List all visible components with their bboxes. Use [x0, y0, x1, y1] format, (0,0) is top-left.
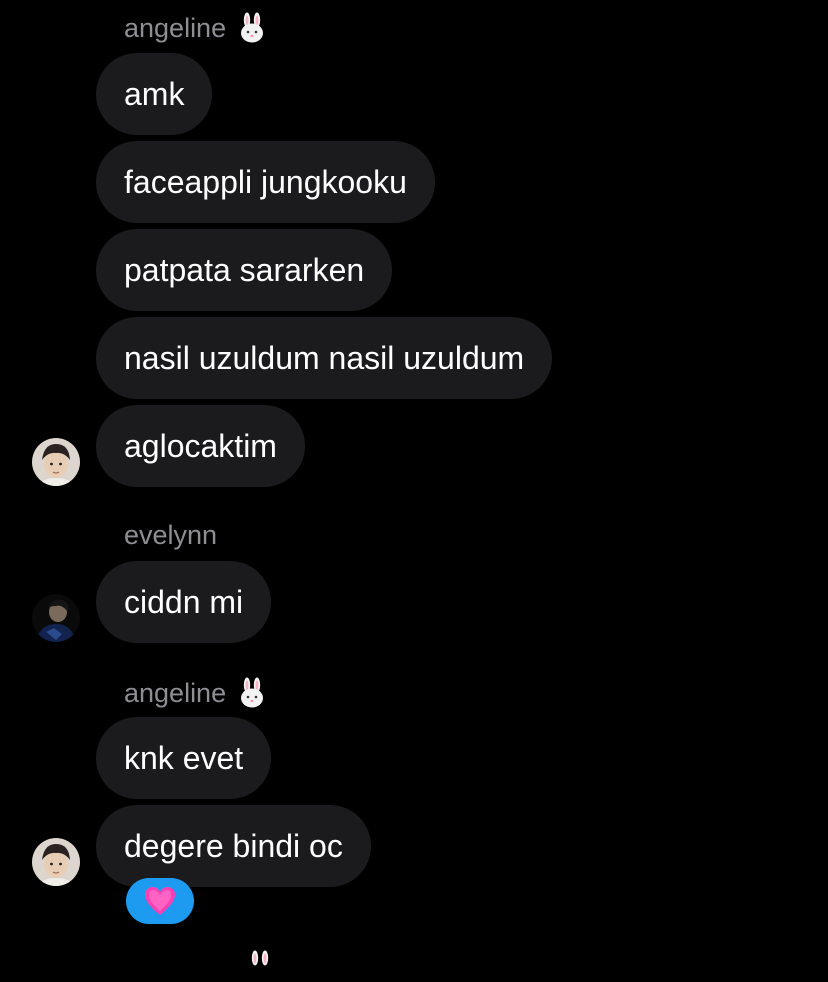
message-bubble[interactable]: knk evet [96, 717, 272, 799]
sender-name: evelynn [124, 520, 218, 550]
message-bubble[interactable]: nasil uzuldum nasil uzuldum [96, 317, 553, 399]
message-bubble[interactable]: patpata sararken [96, 229, 393, 311]
message-text: faceappli jungkooku [124, 163, 407, 200]
pink-heart-icon [145, 887, 175, 915]
user-avatar-icon [32, 838, 80, 886]
sender-name: angeline [124, 12, 227, 43]
sender-name: angeline [124, 677, 227, 708]
message-bubble[interactable]: amk [96, 53, 213, 135]
message-text: ciddn mi [124, 583, 244, 620]
sender-name-angeline: angeline [124, 12, 268, 44]
message-text: nasil uzuldum nasil uzuldum [124, 339, 525, 376]
message-bubble[interactable]: ciddn mi [96, 561, 272, 643]
message-text: patpata sararken [124, 251, 365, 288]
message-text: knk evet [124, 739, 244, 776]
avatar-angeline[interactable] [32, 838, 80, 886]
sender-name-evelynn: evelynn [124, 522, 217, 549]
bunny-emoji-icon [241, 12, 264, 43]
user-avatar-icon [32, 594, 80, 642]
message-text: degere bindi oc [124, 827, 343, 864]
message-text: aglocaktim [124, 427, 277, 464]
reaction-pill[interactable] [126, 878, 194, 924]
user-avatar-icon [32, 438, 80, 486]
message-bubble[interactable]: aglocaktim [96, 405, 305, 487]
sender-name-angeline: angeline [124, 677, 268, 709]
bunny-emoji-icon [241, 677, 264, 708]
message-text: amk [124, 75, 185, 112]
bunny-emoji-icon [251, 950, 269, 966]
avatar-angeline[interactable] [32, 438, 80, 486]
avatar-evelynn[interactable] [32, 594, 80, 642]
message-bubble[interactable]: degere bindi oc [96, 805, 371, 887]
message-bubble[interactable]: faceappli jungkooku [96, 141, 435, 223]
